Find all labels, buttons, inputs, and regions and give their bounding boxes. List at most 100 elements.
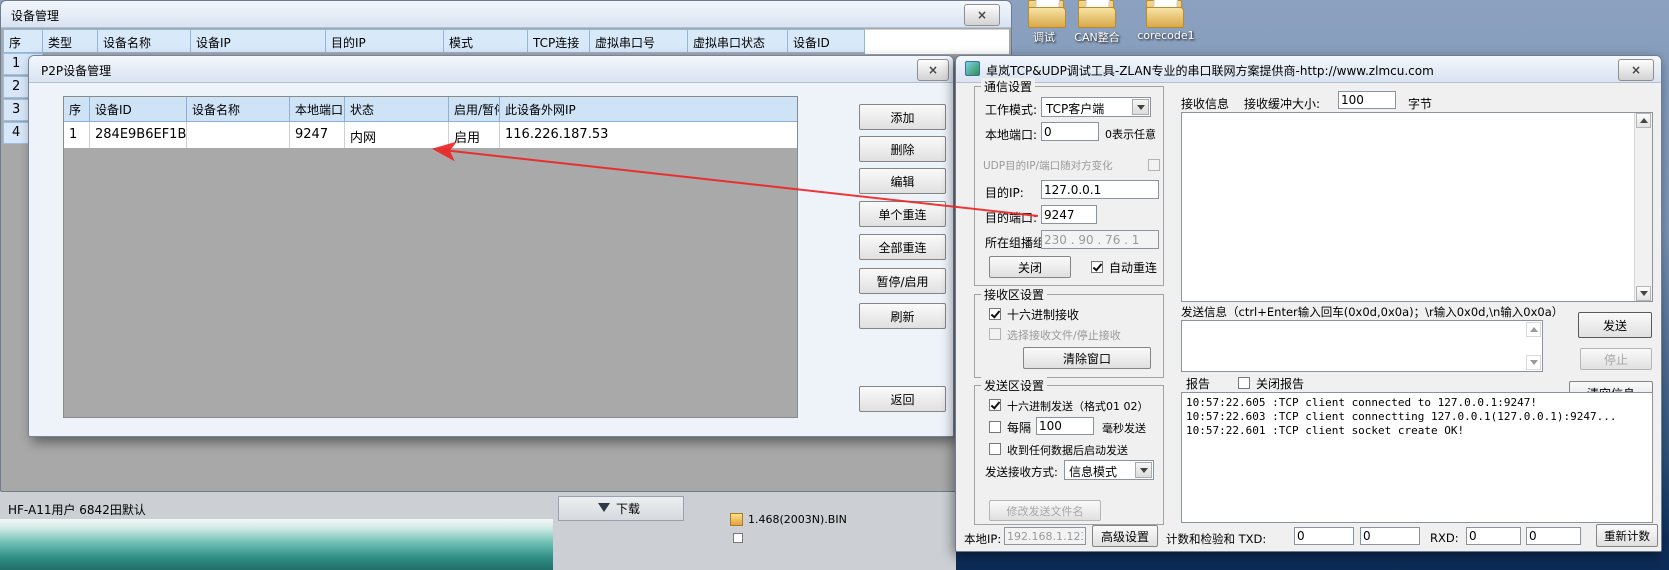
send-mode-select[interactable]: 信息模式 (1064, 460, 1154, 480)
send-textarea[interactable] (1181, 320, 1543, 372)
bin-option-checkbox[interactable] (733, 533, 743, 543)
rxd-count-input[interactable] (1466, 527, 1521, 545)
column-header[interactable]: 设备ID (90, 97, 187, 122)
modify-send-file-button[interactable]: 修改发送文件名 (989, 500, 1101, 521)
table-row[interactable]: 1 284E9B6EF1B0 9247 内网 启用 116.226.187.53 (64, 122, 797, 148)
p2p-dialog-titlebar[interactable] (29, 56, 953, 83)
rxd-checksum-input[interactable] (1526, 527, 1581, 545)
group-legend: 接收区设置 (981, 286, 1047, 303)
multicast-input[interactable] (1041, 230, 1159, 249)
column-header[interactable]: 设备名称 (187, 97, 290, 122)
refresh-button[interactable]: 刷新 (859, 303, 946, 329)
window-title: 设备管理 (11, 7, 59, 24)
work-mode-select[interactable]: TCP客户端 (1041, 97, 1151, 117)
device-table-header: 序 类型 设备名称 设备IP 目的IP 模式 TCP连接 虚拟串口号 虚拟串口状… (3, 29, 1009, 54)
disconnect-button[interactable]: 关闭 (989, 256, 1071, 278)
udp-follow-checkbox[interactable] (1148, 159, 1160, 171)
log-line: 10:57:22.605 :TCP client connected to 12… (1186, 396, 1648, 410)
log-line: 10:57:22.601 :TCP client socket create O… (1186, 424, 1648, 438)
interval-send-checkbox[interactable] (989, 421, 1001, 433)
txd-checksum-input[interactable] (1360, 527, 1420, 545)
cell-local-port: 9247 (290, 122, 345, 148)
dest-ip-input[interactable] (1041, 180, 1159, 199)
stop-button[interactable]: 停止 (1580, 348, 1652, 370)
local-ip-label: 本地IP: (964, 531, 1001, 547)
multicast-label: 所在组播组: (985, 234, 1049, 251)
folder-icon[interactable] (1078, 0, 1114, 25)
pause-enable-button[interactable]: 暂停/启用 (859, 268, 946, 294)
column-header[interactable]: TCP连接 (528, 29, 590, 53)
udp-follow-label: UDP目的IP/端口随对方变化 (983, 158, 1113, 173)
scroll-up-icon[interactable] (1636, 113, 1651, 128)
add-button[interactable]: 添加 (859, 104, 946, 130)
desktop: 调试 CAN整合 corecode1 HF-A11用户 6842田默认 下载 1… (0, 0, 1669, 570)
auto-reconnect-checkbox[interactable] (1091, 261, 1103, 273)
scroll-up-icon[interactable] (1526, 322, 1541, 337)
download-label[interactable]: 下载 (616, 500, 640, 517)
auto-send-label: 收到任何数据后启动发送 (1007, 442, 1128, 458)
column-header[interactable]: 虚拟串口号 (590, 29, 688, 53)
column-header[interactable]: 虚拟串口状态 (688, 29, 788, 53)
desktop-icon-label[interactable]: corecode1 (1134, 29, 1198, 42)
scroll-down-icon[interactable] (1636, 286, 1651, 301)
file-recv-checkbox[interactable] (989, 328, 1001, 340)
column-header[interactable]: 启用/暂停 (449, 97, 500, 122)
close-icon[interactable]: × (1618, 59, 1654, 81)
interval-input[interactable] (1036, 417, 1094, 435)
txd-count-input[interactable] (1294, 527, 1354, 545)
recount-button[interactable]: 重新计数 (1596, 524, 1658, 547)
advanced-settings-button[interactable]: 高级设置 (1092, 525, 1158, 547)
reconnect-one-button[interactable]: 单个重连 (859, 201, 946, 227)
back-button[interactable]: 返回 (859, 386, 946, 412)
hex-send-checkbox[interactable] (989, 399, 1001, 411)
recv-buffer-unit: 字节 (1408, 95, 1432, 112)
dest-port-input[interactable] (1041, 205, 1097, 224)
hex-send-label: 十六进制发送（格式01 02） (1007, 398, 1149, 414)
download-icon (598, 503, 610, 512)
bin-file-label[interactable]: 1.468(2003N).BIN (748, 513, 847, 526)
recv-buffer-input[interactable] (1338, 91, 1396, 109)
column-header[interactable]: 本地端口 (290, 97, 345, 122)
p2p-table: 序 设备ID 设备名称 本地端口 状态 启用/暂停 此设备外网IP 1 284E… (63, 96, 798, 418)
device-manager-titlebar[interactable] (1, 1, 1011, 28)
send-button[interactable]: 发送 (1578, 312, 1652, 338)
folder-icon[interactable] (1146, 0, 1182, 25)
edit-button[interactable]: 编辑 (859, 168, 946, 194)
report-label: 报告 (1186, 375, 1210, 392)
column-header[interactable]: 序 (64, 97, 90, 122)
receive-textarea[interactable] (1181, 112, 1653, 302)
close-icon[interactable]: × (964, 4, 1000, 26)
cell-device-id: 284E9B6EF1B0 (90, 122, 187, 148)
cell-enabled: 启用 (449, 122, 500, 148)
column-header[interactable]: 目的IP (326, 29, 444, 53)
clear-window-button[interactable]: 清除窗口 (1023, 347, 1151, 369)
column-header[interactable]: 设备名称 (98, 29, 191, 53)
scrollbar[interactable] (1634, 113, 1652, 301)
scroll-down-icon[interactable] (1526, 355, 1541, 370)
local-port-input[interactable] (1041, 122, 1099, 141)
hex-recv-checkbox[interactable] (989, 308, 1001, 320)
column-header[interactable]: 状态 (345, 97, 449, 122)
column-header[interactable]: 序 (3, 29, 43, 53)
local-ip-input[interactable] (1004, 527, 1086, 545)
reconnect-all-button[interactable]: 全部重连 (859, 234, 946, 260)
column-header[interactable]: 设备IP (191, 29, 326, 53)
local-port-label: 本地端口: (985, 126, 1037, 143)
column-header[interactable]: 模式 (444, 29, 528, 53)
header-filler (865, 29, 1009, 54)
chevron-down-icon[interactable] (1132, 99, 1149, 115)
folder-icon[interactable] (1028, 0, 1064, 25)
chevron-down-icon[interactable] (1135, 462, 1152, 478)
close-icon[interactable]: × (917, 59, 949, 81)
send-info-label: 发送信息（ctrl+Enter输入回车(0x0d,0x0a)；\r输入0x0d,… (1181, 304, 1563, 320)
column-header[interactable]: 此设备外网IP (500, 97, 797, 122)
send-mode-label: 发送接收方式: (985, 464, 1058, 480)
close-report-checkbox[interactable] (1238, 377, 1250, 389)
report-log[interactable]: 10:57:22.605 :TCP client connected to 12… (1181, 392, 1653, 523)
desktop-icon-label[interactable]: CAN整合 (1062, 29, 1132, 45)
delete-button[interactable]: 删除 (859, 136, 946, 162)
column-header[interactable]: 设备ID (788, 29, 865, 53)
auto-send-checkbox[interactable] (989, 443, 1001, 455)
column-header[interactable]: 类型 (43, 29, 98, 53)
work-mode-label: 工作模式: (985, 101, 1037, 118)
